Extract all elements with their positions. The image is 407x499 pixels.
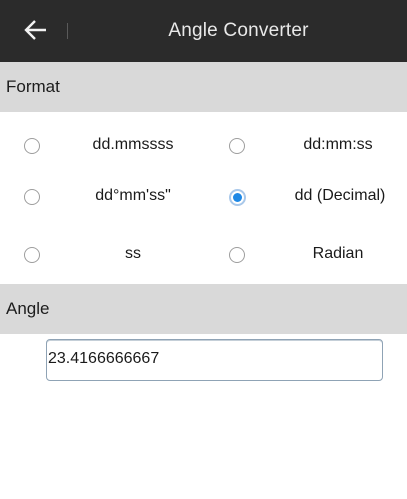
format-option-label: dd:mm:ss xyxy=(303,136,373,153)
arrow-left-icon xyxy=(24,20,46,40)
back-button[interactable] xyxy=(0,0,64,62)
radio-button[interactable] xyxy=(24,189,40,205)
angle-section-label: Angle xyxy=(6,299,50,318)
format-option-dd-deg-mm-ss[interactable]: dd°mm'ss" xyxy=(24,178,224,218)
format-option-ss[interactable]: ss xyxy=(24,236,224,276)
title-bar: Angle Converter xyxy=(0,0,407,62)
format-option-radian[interactable]: Radian xyxy=(229,236,407,276)
format-section-header: Format xyxy=(0,62,407,112)
format-section-label: Format xyxy=(6,77,60,96)
radio-button[interactable] xyxy=(24,247,40,263)
angle-input-box[interactable] xyxy=(46,339,383,381)
radio-button[interactable] xyxy=(229,247,245,263)
format-option-label: dd.mmssss xyxy=(92,136,174,153)
angle-section-header: Angle xyxy=(0,284,407,334)
format-option-dd-mmssss[interactable]: dd.mmssss xyxy=(24,127,224,167)
format-option-label: dd°mm'ss" xyxy=(95,187,171,204)
radio-button[interactable] xyxy=(24,138,40,154)
radio-button[interactable] xyxy=(229,138,245,154)
format-radio-group: dd.mmssss dd:mm:ss dd°mm'ss" dd (Decimal… xyxy=(0,112,407,284)
title-divider xyxy=(67,23,68,39)
format-option-label: Radian xyxy=(312,245,364,262)
format-option-label: ss xyxy=(125,245,141,262)
format-option-dd-decimal[interactable]: dd (Decimal) xyxy=(229,178,407,218)
page-title: Angle Converter xyxy=(168,20,309,41)
radio-button-selected[interactable] xyxy=(229,189,246,206)
format-option-dd-mm-ss[interactable]: dd:mm:ss xyxy=(229,127,407,167)
angle-input[interactable] xyxy=(47,340,368,378)
format-option-label: dd (Decimal) xyxy=(294,187,386,204)
